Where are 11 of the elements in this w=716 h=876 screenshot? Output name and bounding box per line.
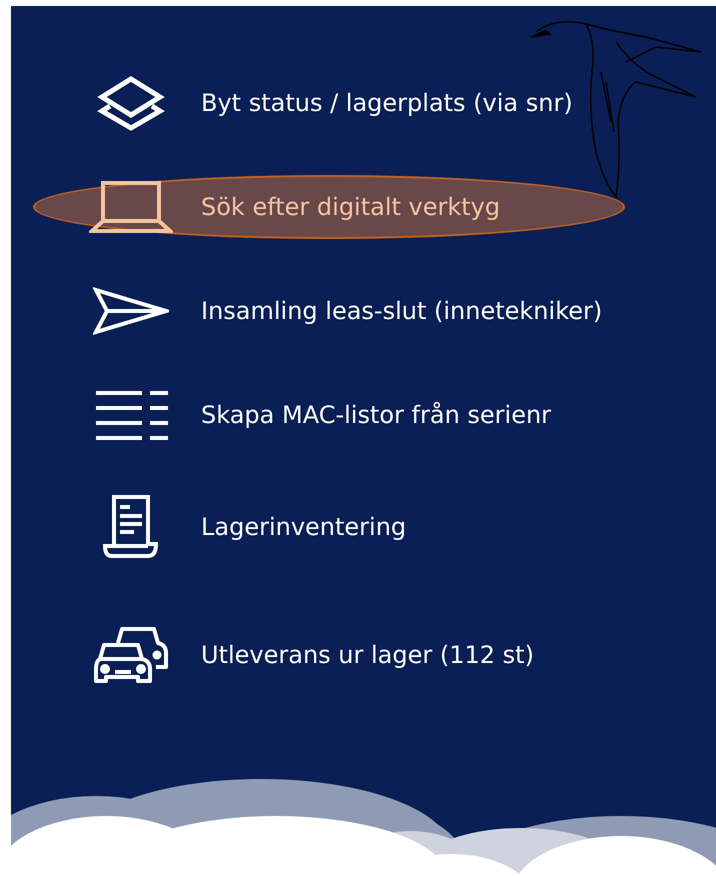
menu-item[interactable]: Skapa MAC-listor från serienr	[33, 383, 625, 447]
send-icon	[93, 287, 169, 335]
laptop-icon	[89, 179, 173, 235]
menu-item[interactable]: Insamling leas-slut (innetekniker)	[33, 279, 625, 343]
layers-icon	[96, 75, 166, 131]
menu-item[interactable]: Sök efter digitalt verktyg	[33, 175, 625, 239]
menu-item[interactable]: Byt status / lagerplats (via snr)	[33, 71, 625, 135]
menu-item[interactable]: Utleverans ur lager (112 st)	[33, 623, 625, 687]
document-icon	[102, 494, 160, 560]
menu-item[interactable]: Lagerinventering	[33, 495, 625, 559]
cars-icon	[94, 625, 168, 685]
